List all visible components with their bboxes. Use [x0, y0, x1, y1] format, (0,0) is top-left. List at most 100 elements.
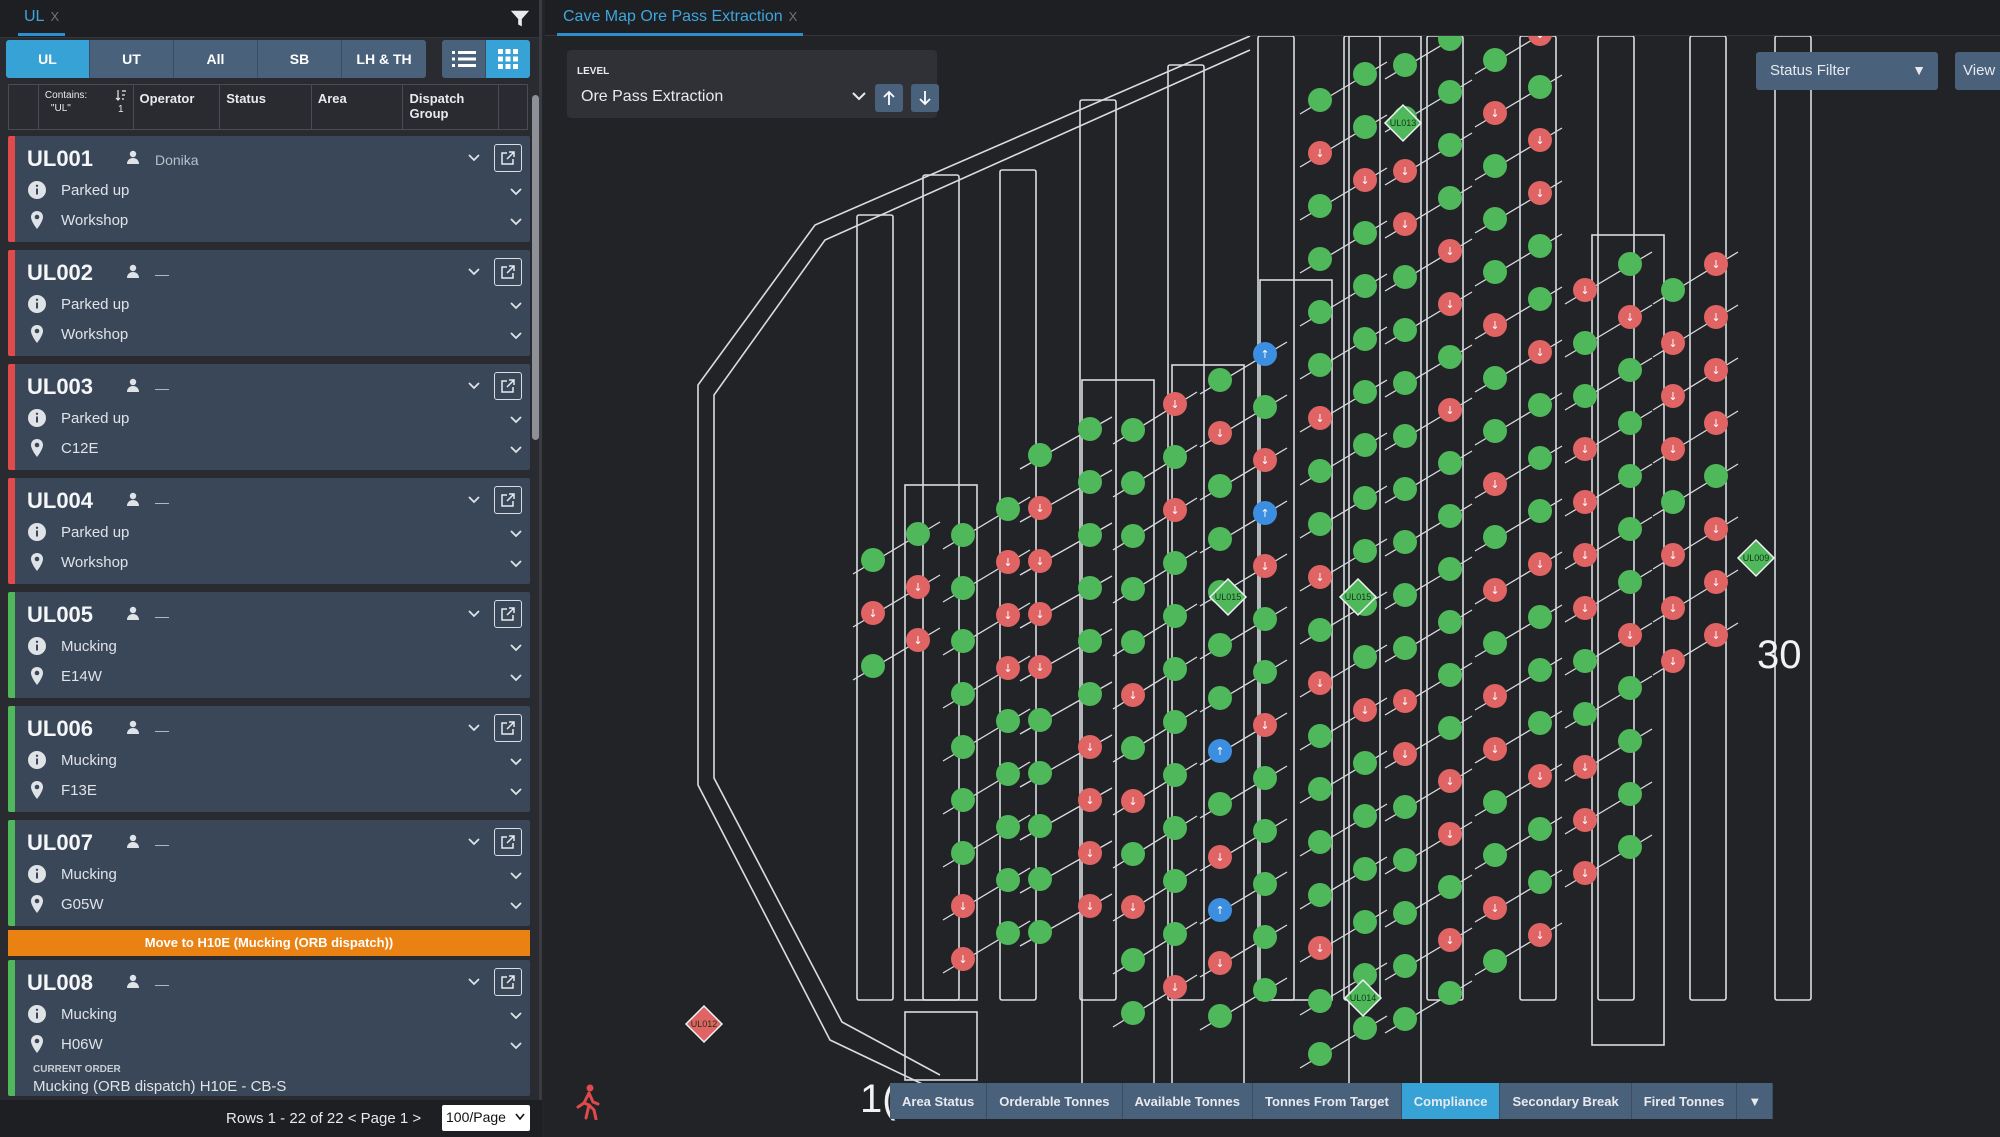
- drawpoint-green[interactable]: [861, 654, 885, 678]
- equipment-card[interactable]: UL006 — Mucking F13E: [8, 706, 530, 812]
- chevron-down-icon[interactable]: [509, 641, 523, 655]
- drawpoint-green[interactable]: [1438, 80, 1462, 104]
- chevron-down-icon[interactable]: [509, 671, 523, 685]
- drawpoint-green[interactable]: [1393, 636, 1417, 660]
- drawpoint-green[interactable]: [1163, 657, 1187, 681]
- drawpoint-green[interactable]: [1573, 384, 1597, 408]
- drawpoint-green[interactable]: [951, 629, 975, 653]
- drawpoint-green[interactable]: [1393, 53, 1417, 77]
- drawpoint-green[interactable]: [1393, 265, 1417, 289]
- equipment-card[interactable]: UL005 — Mucking E14W: [8, 592, 530, 698]
- tab-cave-map[interactable]: Cave Map Ore Pass Extraction X: [557, 8, 804, 36]
- drawpoint-green[interactable]: [1163, 869, 1187, 893]
- chevron-down-icon[interactable]: [509, 185, 523, 199]
- drawpoint-green[interactable]: [1528, 605, 1552, 629]
- status-row[interactable]: Parked up: [27, 408, 129, 428]
- drawpoint-green[interactable]: [1353, 539, 1377, 563]
- drawpoint-green[interactable]: [1308, 353, 1332, 377]
- chevron-down-icon[interactable]: [467, 721, 481, 735]
- status-row[interactable]: Mucking: [27, 636, 117, 656]
- drawpoint-green[interactable]: [951, 735, 975, 759]
- segment-ut[interactable]: UT: [90, 40, 174, 78]
- open-detail-button[interactable]: [494, 600, 522, 628]
- chevron-down-icon[interactable]: [509, 527, 523, 541]
- drawpoint-green[interactable]: [1353, 221, 1377, 245]
- drawpoint-green[interactable]: [1704, 464, 1728, 488]
- drawpoint-green[interactable]: [1121, 418, 1145, 442]
- drawpoint-green[interactable]: [1438, 875, 1462, 899]
- drawpoint-green[interactable]: [1028, 814, 1052, 838]
- tab-fired-tonnes[interactable]: Fired Tonnes: [1631, 1083, 1738, 1119]
- drawpoint-green[interactable]: [1353, 645, 1377, 669]
- chevron-down-icon[interactable]: [509, 869, 523, 883]
- tab-secondary-break[interactable]: Secondary Break: [1500, 1083, 1632, 1119]
- header-dispatch-group[interactable]: Dispatch Group: [403, 85, 500, 129]
- vehicle-marker[interactable]: UL009: [1736, 538, 1776, 578]
- drawpoint-green[interactable]: [1438, 663, 1462, 687]
- segment-all[interactable]: All: [174, 40, 258, 78]
- chevron-down-icon[interactable]: [467, 975, 481, 989]
- chevron-down-icon[interactable]: [509, 755, 523, 769]
- drawpoint-green[interactable]: [1253, 660, 1277, 684]
- drawpoint-green[interactable]: [1483, 790, 1507, 814]
- drawpoint-green[interactable]: [1253, 819, 1277, 843]
- drawpoint-green[interactable]: [1393, 424, 1417, 448]
- drawpoint-green[interactable]: [1438, 716, 1462, 740]
- chevron-down-icon[interactable]: [509, 329, 523, 343]
- header-area[interactable]: Area: [312, 85, 404, 129]
- area-row[interactable]: Workshop: [27, 552, 128, 572]
- drawpoint-green[interactable]: [951, 682, 975, 706]
- level-up-button[interactable]: [875, 84, 903, 112]
- tab-orderable-tonnes[interactable]: Orderable Tonnes: [987, 1083, 1123, 1119]
- drawpoint-green[interactable]: [1308, 883, 1332, 907]
- filter-icon[interactable]: [509, 8, 531, 30]
- page-size-select[interactable]: 100/Page: [442, 1105, 530, 1131]
- drawpoint-green[interactable]: [996, 709, 1020, 733]
- drawpoint-green[interactable]: [1618, 517, 1642, 541]
- drawpoint-green[interactable]: [996, 921, 1020, 945]
- drawpoint-green[interactable]: [1353, 1016, 1377, 1040]
- drawpoint-green[interactable]: [1253, 395, 1277, 419]
- drawpoint-green[interactable]: [1253, 925, 1277, 949]
- vehicle-marker[interactable]: UL013: [1383, 103, 1423, 143]
- chevron-down-icon[interactable]: [509, 899, 523, 913]
- drawpoint-green[interactable]: [996, 815, 1020, 839]
- status-row[interactable]: Mucking: [27, 750, 117, 770]
- rows-info[interactable]: Rows 1 - 22 of 22 < Page 1 >: [226, 1110, 421, 1127]
- chevron-down-icon[interactable]: [467, 379, 481, 393]
- drawpoint-green[interactable]: [1163, 710, 1187, 734]
- open-detail-button[interactable]: [494, 486, 522, 514]
- level-down-button[interactable]: [911, 84, 939, 112]
- drawpoint-green[interactable]: [1438, 133, 1462, 157]
- drawpoint-green[interactable]: [1163, 763, 1187, 787]
- header-id[interactable]: Contains: "UL" 1: [39, 85, 134, 129]
- drawpoint-green[interactable]: [1163, 604, 1187, 628]
- drawpoint-green[interactable]: [1163, 445, 1187, 469]
- drawpoint-green[interactable]: [1353, 62, 1377, 86]
- drawpoint-green[interactable]: [1208, 1004, 1232, 1028]
- vehicle-marker[interactable]: UL012: [684, 1004, 724, 1044]
- chevron-down-icon[interactable]: [509, 557, 523, 571]
- drawpoint-green[interactable]: [1393, 795, 1417, 819]
- drawpoint-green[interactable]: [996, 762, 1020, 786]
- drawpoint-green[interactable]: [1028, 708, 1052, 732]
- open-detail-button[interactable]: [494, 828, 522, 856]
- drawpoint-green[interactable]: [1353, 751, 1377, 775]
- drawpoint-green[interactable]: [1438, 981, 1462, 1005]
- drawpoint-green[interactable]: [996, 868, 1020, 892]
- status-row[interactable]: Parked up: [27, 180, 129, 200]
- drawpoint-green[interactable]: [1483, 260, 1507, 284]
- segment-lh-th[interactable]: LH & TH: [342, 40, 426, 78]
- drawpoint-green[interactable]: [1208, 527, 1232, 551]
- segment-ul[interactable]: UL: [6, 40, 90, 78]
- drawpoint-green[interactable]: [1078, 682, 1102, 706]
- drawpoint-green[interactable]: [1528, 817, 1552, 841]
- drawpoint-green[interactable]: [1528, 658, 1552, 682]
- equipment-card[interactable]: UL002 — Parked up Workshop: [8, 250, 530, 356]
- drawpoint-green[interactable]: [1483, 843, 1507, 867]
- drawpoint-green[interactable]: [1618, 464, 1642, 488]
- sort-icon[interactable]: [115, 89, 127, 101]
- drawpoint-green[interactable]: [1438, 451, 1462, 475]
- chevron-down-icon[interactable]: [851, 90, 867, 102]
- chevron-down-icon[interactable]: [467, 151, 481, 165]
